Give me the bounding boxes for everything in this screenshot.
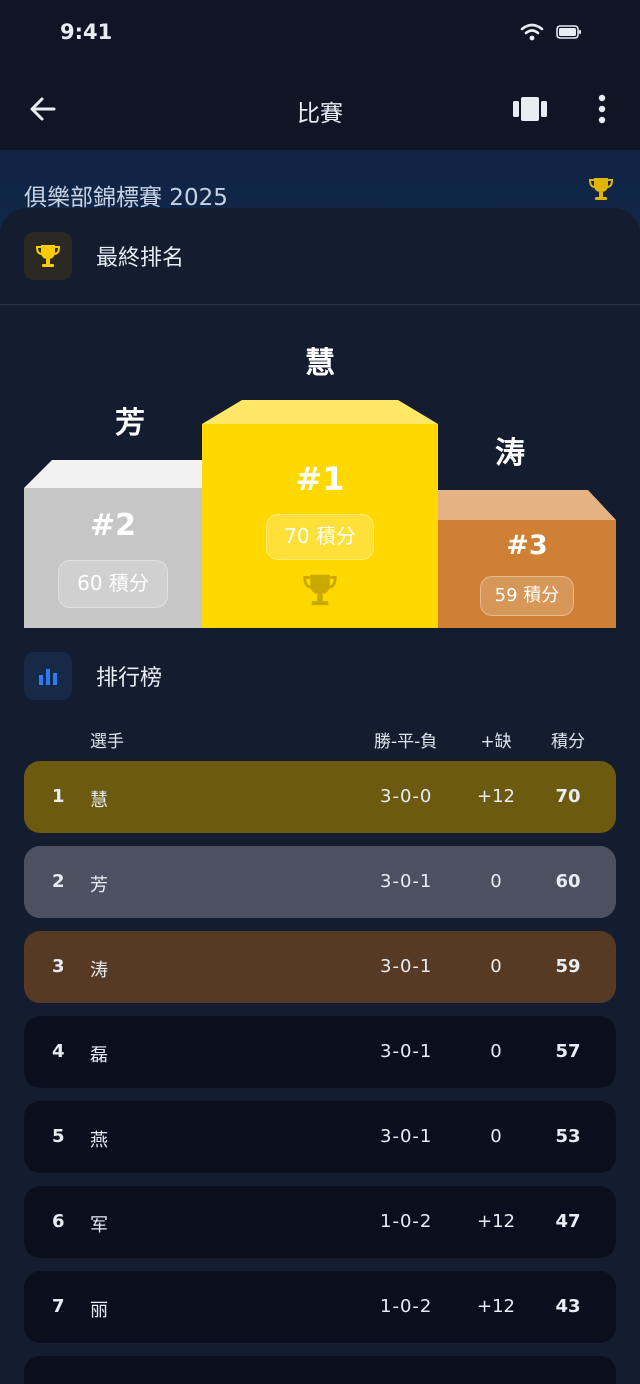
row-points: 59 (555, 956, 581, 977)
row-name: 慧 (90, 790, 108, 811)
row-diff: 0 (490, 1126, 502, 1147)
row-rank: 3 (52, 956, 65, 977)
table-row[interactable]: 1 慧 3-0-0 +12 70 (24, 761, 616, 833)
row-points: 70 (555, 786, 581, 807)
podium-first-name: 慧 (305, 346, 335, 381)
row-diff: 0 (490, 956, 502, 977)
table-header: 選手 勝-平-負 +缺 積分 (0, 727, 640, 755)
row-rank: 5 (52, 1126, 65, 1147)
trophy-badge (24, 232, 72, 280)
podium-first-rank: #1 (295, 460, 345, 498)
podium-second-name: 芳 (115, 406, 145, 441)
table-row[interactable]: 4 磊 3-0-1 0 57 (24, 1016, 616, 1088)
tournament-name: 俱樂部錦標賽 2025 (24, 185, 228, 211)
status-bar: 9:41 (0, 0, 640, 70)
column-player: 選手 (90, 732, 124, 752)
podium-third-name: 涛 (495, 436, 525, 471)
podium-first-points: 70 積分 (266, 514, 374, 560)
row-diff: 0 (490, 871, 502, 892)
row-name: 军 (90, 1215, 108, 1236)
row-points: 57 (555, 1041, 581, 1062)
row-points: 43 (555, 1296, 581, 1317)
row-record: 3-0-1 (380, 1126, 433, 1147)
row-rank: 7 (52, 1296, 65, 1317)
table-row[interactable]: 5 燕 3-0-1 0 53 (24, 1101, 616, 1173)
results-card: 最終排名 芳 慧 涛 #2 60 積分 #1 70 積分 #3 59 積分 排行… (0, 208, 640, 1384)
row-record: 3-0-1 (380, 956, 433, 977)
battery-icon (556, 25, 581, 39)
table-row[interactable]: 7 丽 1-0-2 +12 43 (24, 1271, 616, 1343)
trophy-icon (35, 245, 61, 267)
row-name: 磊 (90, 1045, 108, 1066)
more-vertical-icon[interactable] (590, 92, 614, 126)
podium-third: #3 59 積分 (438, 490, 616, 628)
status-icons (520, 22, 582, 42)
row-record: 1-0-2 (380, 1296, 433, 1317)
row-diff: +12 (477, 786, 515, 807)
column-points: 積分 (551, 732, 585, 752)
leaderboard-header: 排行榜 (24, 652, 162, 700)
carousel-icon[interactable] (512, 94, 548, 124)
row-rank: 1 (52, 786, 65, 807)
divider (0, 304, 640, 305)
podium-first: #1 70 積分 (202, 400, 438, 628)
row-name: 涛 (90, 960, 108, 981)
trophy-icon (588, 178, 614, 200)
status-time: 9:41 (60, 20, 113, 44)
table-row-partial[interactable] (24, 1356, 616, 1384)
final-ranking-header: 最終排名 (24, 232, 184, 280)
row-name: 芳 (90, 875, 108, 896)
row-name: 燕 (90, 1130, 108, 1151)
column-diff: +缺 (480, 732, 512, 752)
podium-second-points: 60 積分 (58, 560, 168, 608)
column-record: 勝-平-負 (374, 732, 438, 752)
podium-second-rank: #2 (89, 508, 136, 543)
row-diff: 0 (490, 1041, 502, 1062)
chart-badge (24, 652, 72, 700)
bar-chart-icon (39, 669, 57, 685)
row-points: 60 (555, 871, 581, 892)
row-points: 47 (555, 1211, 581, 1232)
wifi-icon (520, 23, 544, 41)
trophy-icon (303, 574, 337, 606)
row-rank: 6 (52, 1211, 65, 1232)
podium-third-points: 59 積分 (480, 576, 574, 616)
row-points: 53 (555, 1126, 581, 1147)
table-row[interactable]: 3 涛 3-0-1 0 59 (24, 931, 616, 1003)
row-rank: 4 (52, 1041, 65, 1062)
row-record: 3-0-0 (380, 786, 433, 807)
row-rank: 2 (52, 871, 65, 892)
row-diff: +12 (477, 1211, 515, 1232)
podium-third-rank: #3 (506, 530, 548, 561)
row-record: 3-0-1 (380, 1041, 433, 1062)
final-ranking-title: 最終排名 (96, 246, 185, 271)
app-bar: 比賽 (0, 70, 640, 150)
row-name: 丽 (90, 1300, 108, 1321)
leaderboard-title: 排行榜 (96, 666, 163, 691)
row-record: 1-0-2 (380, 1211, 433, 1232)
row-record: 3-0-1 (380, 871, 433, 892)
table-row[interactable]: 2 芳 3-0-1 0 60 (24, 846, 616, 918)
table-row[interactable]: 6 军 1-0-2 +12 47 (24, 1186, 616, 1258)
row-diff: +12 (477, 1296, 515, 1317)
podium-second: #2 60 積分 (24, 460, 202, 628)
